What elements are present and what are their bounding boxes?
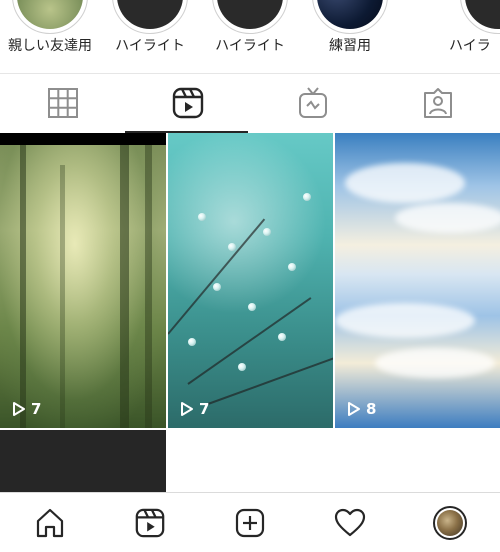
- cloud: [395, 203, 500, 233]
- profile-screen: 親しい友達用 ハイライト ハイライト 練習用 ハイラ 7 7 8: [0, 0, 500, 552]
- nav-profile[interactable]: [400, 493, 500, 552]
- highlight-image: [17, 0, 83, 29]
- home-icon: [36, 508, 64, 538]
- grid-tile[interactable]: 8: [335, 133, 500, 428]
- play-count: 7: [180, 400, 209, 418]
- dewdrop: [248, 303, 256, 311]
- highlight-thumbnail[interactable]: [212, 0, 288, 34]
- reels-grid: 7 7 8: [0, 133, 500, 492]
- tagged-icon: [423, 88, 452, 118]
- play-count-value: 7: [31, 400, 42, 418]
- nav-home[interactable]: [0, 493, 100, 552]
- highlight-label: ハイライト: [215, 38, 285, 54]
- nav-reels[interactable]: [100, 493, 200, 552]
- play-count: 8: [347, 400, 376, 418]
- highlight-item[interactable]: ハイライト: [100, 0, 200, 72]
- reels-icon: [135, 508, 165, 538]
- highlight-label: ハイラ: [449, 38, 491, 54]
- grid-tile[interactable]: 7: [168, 133, 333, 428]
- dewdrop: [213, 283, 221, 291]
- nav-activity[interactable]: [300, 493, 400, 552]
- dewdrop: [228, 243, 236, 251]
- highlight-item[interactable]: ハイライト: [200, 0, 300, 72]
- tree-trunk: [60, 165, 65, 428]
- play-icon: [13, 402, 25, 416]
- nav-create[interactable]: [200, 493, 300, 552]
- tree-trunk: [20, 145, 26, 428]
- cloud: [345, 163, 465, 203]
- play-icon: [181, 402, 193, 416]
- highlight-image: [217, 0, 283, 29]
- flower-stem: [207, 355, 333, 405]
- highlight-image: [117, 0, 183, 29]
- tree-trunk: [145, 145, 152, 428]
- highlight-thumbnail[interactable]: [12, 0, 88, 34]
- play-count: 7: [12, 400, 41, 418]
- profile-tabs: [0, 73, 500, 133]
- grid-tile[interactable]: 7: [0, 133, 166, 428]
- dewdrop: [263, 228, 271, 236]
- heart-icon: [334, 508, 366, 537]
- highlight-label: 練習用: [329, 38, 371, 54]
- highlight-item[interactable]: 練習用: [300, 0, 400, 72]
- dewdrop: [238, 363, 246, 371]
- cloud: [335, 303, 475, 338]
- dewdrop: [278, 333, 286, 341]
- highlight-image: [317, 0, 383, 29]
- tree-trunk: [120, 145, 129, 428]
- highlight-item[interactable]: 親しい友達用: [0, 0, 100, 72]
- tab-igtv[interactable]: [250, 74, 375, 132]
- tab-reels[interactable]: [125, 74, 250, 132]
- profile-avatar[interactable]: [433, 506, 467, 540]
- dewdrop: [288, 263, 296, 271]
- igtv-icon: [298, 87, 327, 118]
- tab-tagged[interactable]: [375, 74, 500, 132]
- reels-icon: [172, 87, 203, 119]
- grid-tile[interactable]: [0, 430, 166, 492]
- highlight-label: ハイライト: [115, 38, 185, 54]
- story-highlights: 親しい友達用 ハイライト ハイライト 練習用 ハイラ: [0, 0, 500, 72]
- flower-stem: [168, 218, 266, 335]
- highlight-thumbnail[interactable]: [112, 0, 188, 34]
- play-count-value: 7: [199, 400, 210, 418]
- dewdrop: [198, 213, 206, 221]
- highlight-thumbnail[interactable]: [460, 0, 500, 34]
- highlight-thumbnail[interactable]: [312, 0, 388, 34]
- play-icon: [348, 402, 360, 416]
- dewdrop: [303, 193, 311, 201]
- create-icon: [235, 508, 265, 538]
- bottom-nav: [0, 492, 500, 552]
- play-count-value: 8: [366, 400, 377, 418]
- avatar-image: [437, 510, 463, 536]
- highlight-image: [465, 0, 500, 29]
- cloud: [375, 348, 495, 378]
- grid-icon: [47, 88, 78, 118]
- tab-grid[interactable]: [0, 74, 125, 132]
- dewdrop: [188, 338, 196, 346]
- highlight-item[interactable]: ハイラ: [425, 0, 500, 72]
- highlight-label: 親しい友達用: [8, 38, 92, 54]
